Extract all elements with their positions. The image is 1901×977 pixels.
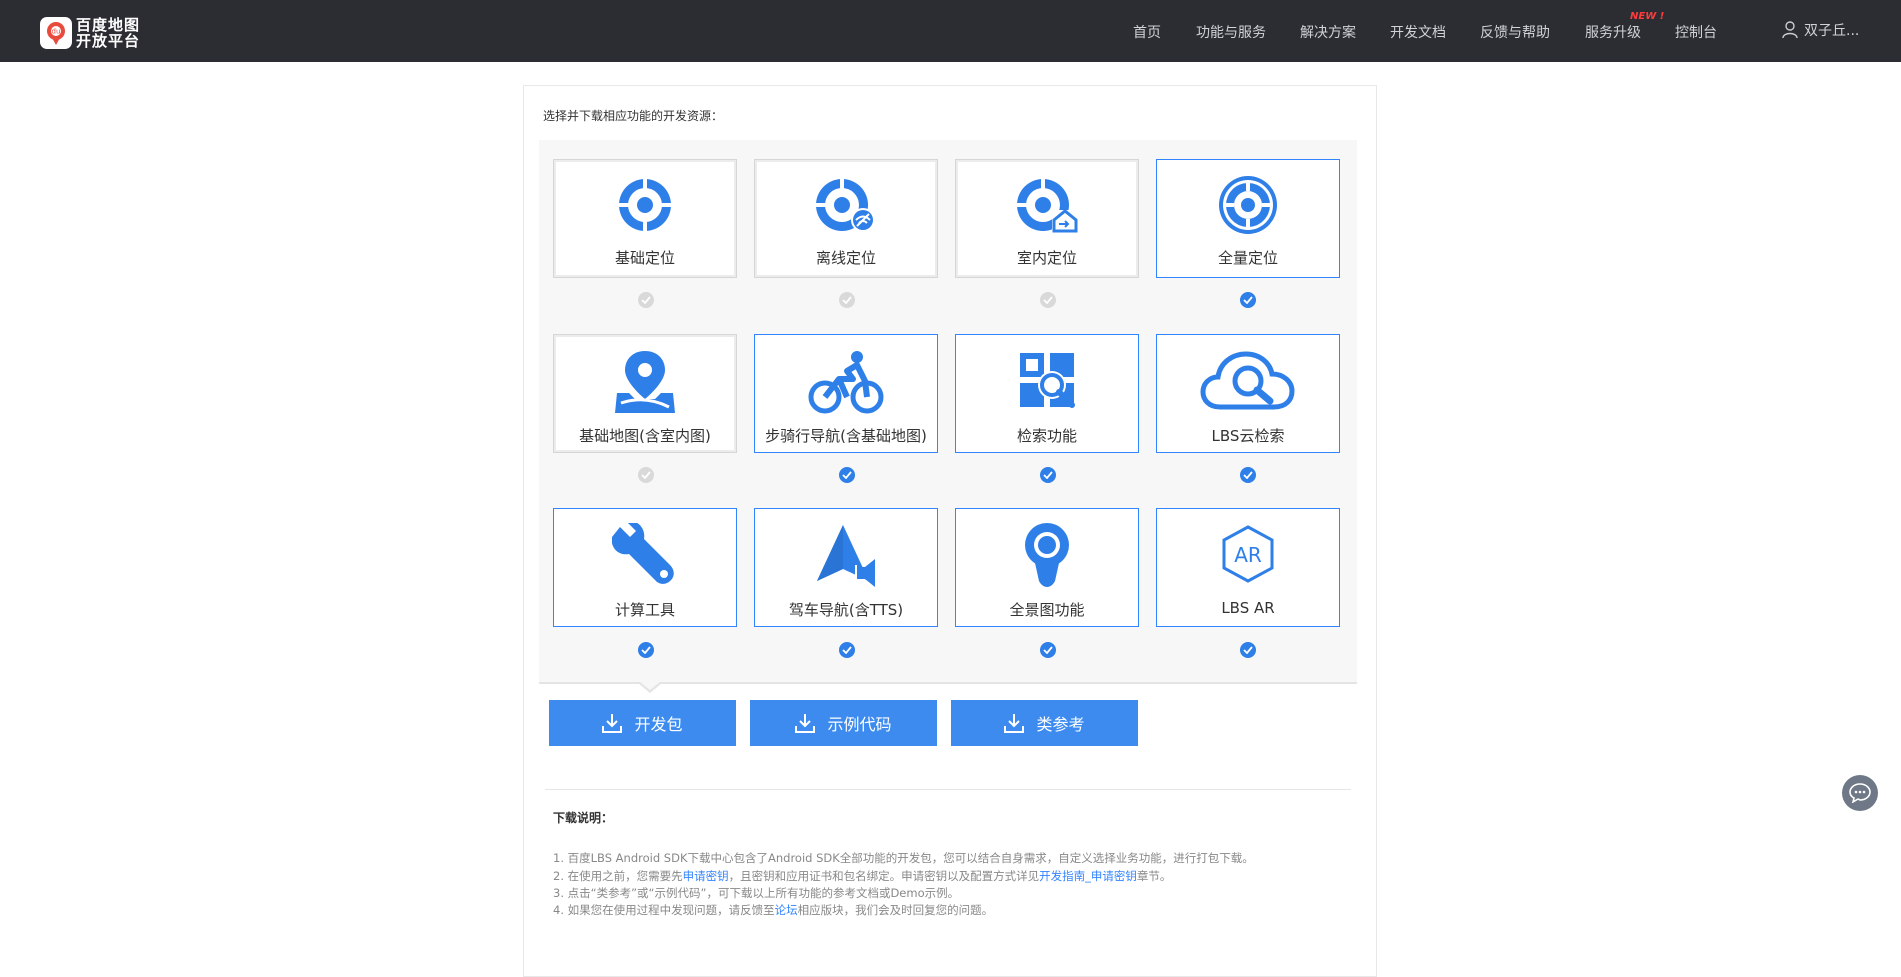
- checkmark-icon: [1043, 471, 1053, 479]
- module-card-full-locate[interactable]: 全量定位: [1156, 159, 1340, 278]
- checkmark-icon: [842, 471, 852, 479]
- checkmark-icon: [641, 471, 651, 479]
- note-line-4: 4. 如果您在使用过程中发现问题，请反馈至论坛相应版块，我们会及时回复您的问题。: [553, 903, 994, 917]
- main-nav: 首页 功能与服务 解决方案 开发文档 反馈与帮助 服务升级 NEW ! 控制台: [0, 0, 1901, 62]
- module-label: LBS AR: [1221, 599, 1275, 617]
- checkmark-icon: [1043, 296, 1053, 304]
- module-label: 离线定位: [815, 249, 876, 267]
- new-badge: NEW !: [1630, 11, 1665, 22]
- module-card-calc-tools[interactable]: 计算工具: [553, 508, 737, 627]
- nav-docs[interactable]: 开发文档: [1390, 22, 1446, 42]
- module-checkbox[interactable]: [638, 467, 654, 483]
- checkmark-icon: [641, 646, 651, 654]
- download-sdk-button[interactable]: 开发包: [549, 700, 736, 746]
- module-checkbox[interactable]: [1040, 467, 1056, 483]
- full-locate-icon: [1157, 174, 1339, 236]
- chat-icon: [1849, 783, 1871, 803]
- note-line-3: 3. 点击“类参考”或“示例代码”，可下载以上所有功能的参考文档或Demo示例。: [553, 886, 960, 900]
- module-checkbox[interactable]: [1040, 292, 1056, 308]
- checkmark-icon: [1243, 471, 1253, 479]
- cloud-search-icon: [1157, 349, 1339, 411]
- module-checkbox[interactable]: [638, 642, 654, 658]
- nav-feedback[interactable]: 反馈与帮助: [1480, 22, 1550, 42]
- download-reference-label: 类参考: [1036, 715, 1085, 734]
- module-card-offline-locate[interactable]: 离线定位: [754, 159, 938, 278]
- cycling-icon: [755, 349, 937, 414]
- module-card-cycling-nav[interactable]: 步骑行导航(含基础地图): [754, 334, 938, 453]
- module-checkbox[interactable]: [839, 292, 855, 308]
- panorama-icon: [956, 523, 1138, 587]
- map-pin-icon: [554, 349, 736, 413]
- download-reference-button[interactable]: 类参考: [951, 700, 1138, 746]
- module-card-drive-nav[interactable]: 驾车导航(含TTS): [754, 508, 938, 627]
- module-checkbox[interactable]: [638, 292, 654, 308]
- module-checkbox[interactable]: [1240, 292, 1256, 308]
- download-sample-button[interactable]: 示例代码: [750, 700, 937, 746]
- module-label: 计算工具: [614, 601, 675, 619]
- checkmark-icon: [1243, 296, 1253, 304]
- svg-text:AR: AR: [1234, 543, 1262, 567]
- module-card-indoor-locate[interactable]: 室内定位: [955, 159, 1139, 278]
- module-label: 检索功能: [1016, 427, 1077, 445]
- module-label: 基础定位: [614, 249, 675, 267]
- nav-upgrade[interactable]: 服务升级: [1585, 22, 1641, 42]
- notes-title: 下载说明：: [553, 811, 614, 825]
- download-sdk-label: 开发包: [634, 715, 683, 734]
- checkmark-icon: [842, 646, 852, 654]
- module-label: 驾车导航(含TTS): [788, 601, 904, 619]
- note-line-1: 1. 百度LBS Android SDK下载中心包含了Android SDK全部…: [553, 851, 1254, 865]
- module-checkbox[interactable]: [1240, 642, 1256, 658]
- checkmark-icon: [842, 296, 852, 304]
- module-card-basic-locate[interactable]: 基础定位: [553, 159, 737, 278]
- chat-support-button[interactable]: [1842, 775, 1878, 811]
- module-card-panorama[interactable]: 全景图功能: [955, 508, 1139, 627]
- indoor-locate-icon: [956, 174, 1138, 236]
- offline-locate-icon: [755, 174, 937, 236]
- module-checkbox[interactable]: [1040, 642, 1056, 658]
- checkmark-icon: [1043, 646, 1053, 654]
- apply-key-link[interactable]: 申请密钥: [683, 869, 729, 883]
- divider: [545, 789, 1351, 790]
- search-grid-icon: [956, 349, 1138, 411]
- module-card-search[interactable]: 检索功能: [955, 334, 1139, 453]
- locate-icon: [554, 174, 736, 236]
- download-icon: [795, 714, 816, 733]
- module-checkbox[interactable]: [1240, 467, 1256, 483]
- module-card-cloud-search[interactable]: LBS云检索: [1156, 334, 1340, 453]
- module-label: 全量定位: [1217, 249, 1278, 267]
- download-icon: [1004, 714, 1025, 733]
- ar-icon: AR: [1157, 523, 1339, 585]
- checkmark-icon: [641, 296, 651, 304]
- nav-solutions[interactable]: 解决方案: [1300, 22, 1356, 42]
- module-checkbox[interactable]: [839, 642, 855, 658]
- intro-text: 选择并下载相应功能的开发资源：: [543, 109, 724, 123]
- module-label: 步骑行导航(含基础地图): [765, 427, 927, 445]
- nav-console[interactable]: 控制台: [1675, 22, 1717, 42]
- module-label: LBS云检索: [1211, 427, 1285, 445]
- nav-home[interactable]: 首页: [1133, 22, 1161, 42]
- module-card-lbs-ar[interactable]: AR LBS AR: [1156, 508, 1340, 627]
- checkmark-icon: [1243, 646, 1253, 654]
- user-name: 双子丘...: [1804, 23, 1860, 39]
- nav-arrow-icon: [755, 523, 937, 587]
- module-label: 全景图功能: [1009, 601, 1085, 619]
- user-icon: [1782, 21, 1798, 39]
- note-line-2: 2. 在使用之前，您需要先申请密钥，且密钥和应用证书和包名绑定。申请密钥以及配置…: [553, 869, 1172, 883]
- module-label: 基础地图(含室内图): [579, 427, 711, 445]
- module-checkbox[interactable]: [839, 467, 855, 483]
- module-card-basic-map[interactable]: 基础地图(含室内图): [553, 334, 737, 453]
- dev-guide-link[interactable]: 开发指南_申请密钥: [1039, 869, 1137, 883]
- nav-features[interactable]: 功能与服务: [1196, 22, 1266, 42]
- user-menu[interactable]: 双子丘...: [1782, 20, 1859, 40]
- wrench-icon: [554, 523, 736, 585]
- forum-link[interactable]: 论坛: [775, 903, 798, 917]
- top-navbar: du 百度地图开放平台 首页 功能与服务 解决方案 开发文档 反馈与帮助 服务升…: [0, 0, 1901, 62]
- download-icon: [602, 714, 623, 733]
- module-label: 室内定位: [1016, 249, 1077, 267]
- download-sample-label: 示例代码: [827, 715, 892, 734]
